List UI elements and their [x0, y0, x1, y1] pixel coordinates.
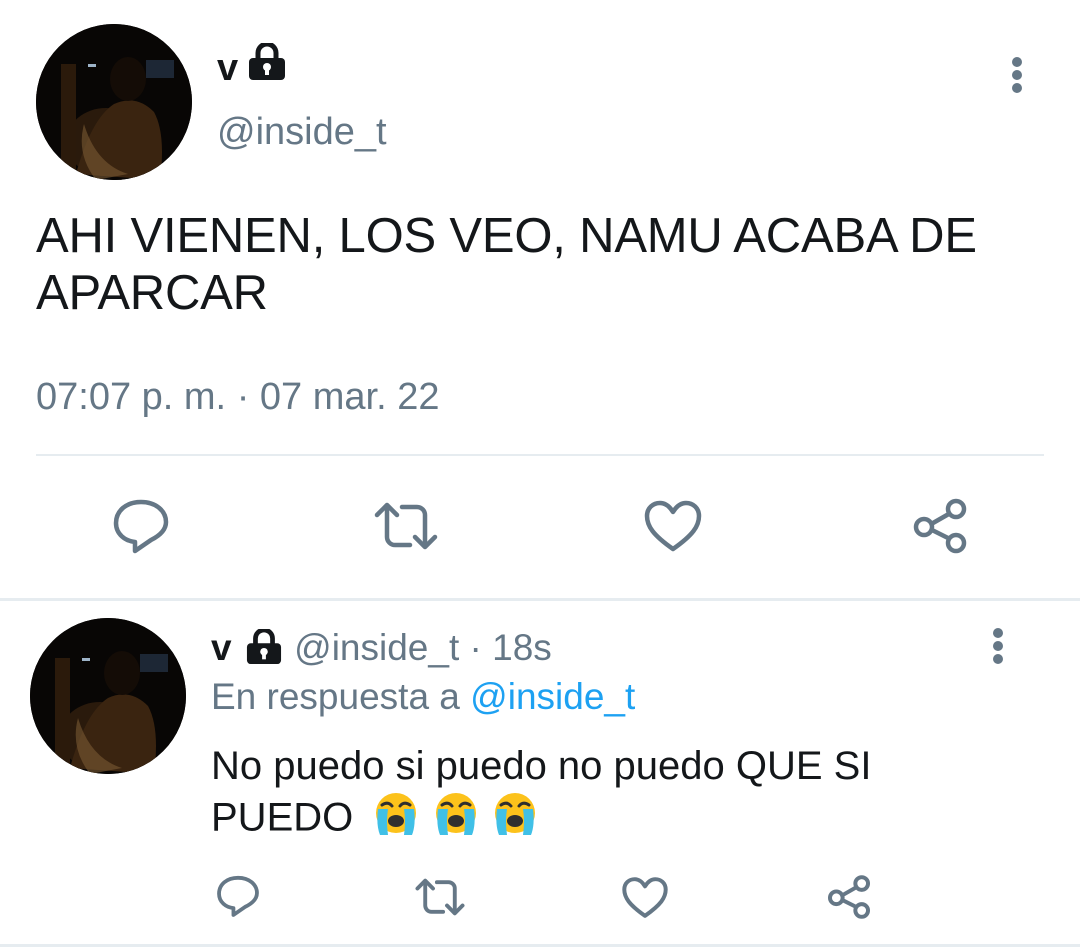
reply-tweet-reply-button[interactable] [212, 872, 264, 920]
main-tweet-retweet-button[interactable] [370, 497, 442, 555]
header-separator: · [469, 627, 482, 668]
timestamp-separator: · [236, 376, 250, 418]
main-tweet-like-button[interactable] [642, 497, 704, 555]
reply-tweet-text: No puedo si puedo no puedo QUE SI PUEDO [211, 741, 871, 849]
reply-tweet-text-line-1: No puedo si puedo no puedo QUE SI [211, 744, 872, 788]
main-tweet-text-line-1: AHI VIENEN, LOS VEO, NAMU ACABA DE [36, 209, 977, 263]
reply-tweet-author-name[interactable]: v [211, 627, 232, 668]
main-tweet-avatar[interactable] [36, 24, 192, 180]
dot [1012, 57, 1022, 67]
lock-icon [244, 627, 284, 665]
section-divider [0, 598, 1080, 601]
main-tweet-more-button[interactable] [1011, 57, 1023, 93]
reply-tweet-retweet-button[interactable] [411, 874, 469, 920]
reply-tweet-text-line-2: PUEDO [211, 795, 354, 840]
main-tweet-date: 07 mar. 22 [259, 376, 440, 418]
dot [1012, 70, 1022, 80]
main-tweet-timestamp[interactable]: 07:07 p. m. · 07 mar. 22 [36, 375, 439, 419]
share-icon [827, 875, 871, 919]
main-tweet-reply-button[interactable] [108, 495, 174, 557]
main-tweet-author-name[interactable]: v [217, 46, 238, 90]
loudly-crying-face-icon [372, 791, 420, 849]
reply-context: En respuesta a @inside_t [211, 674, 635, 720]
reply-tweet-author-handle[interactable]: @inside_t [294, 627, 459, 668]
main-tweet-time: 07:07 p. m. [36, 376, 227, 418]
main-tweet-text: AHI VIENEN, LOS VEO, NAMU ACABA DE APARC… [36, 208, 977, 322]
main-tweet-author-handle[interactable]: @inside_t [217, 110, 387, 154]
bottom-divider [0, 944, 1080, 947]
reply-tweet-header: v @inside_t · 18s [211, 625, 552, 671]
reply-tweet-time[interactable]: 18s [492, 627, 552, 668]
reply-icon [113, 499, 169, 554]
retweet-icon [374, 502, 438, 550]
reply-icon [217, 875, 259, 917]
reply-tweet-like-button[interactable] [620, 874, 670, 920]
dot [993, 654, 1003, 664]
reply-tweet-share-button[interactable] [823, 872, 875, 922]
retweet-icon [415, 878, 465, 916]
main-tweet-share-button[interactable] [908, 495, 972, 557]
main-tweet-divider [36, 454, 1044, 456]
loudly-crying-face-icon [491, 791, 539, 849]
share-icon [913, 498, 967, 554]
reply-tweet-more-button[interactable] [992, 628, 1004, 664]
like-icon [622, 876, 668, 918]
reply-prefix: En respuesta a [211, 676, 460, 717]
main-tweet-text-line-2: APARCAR [36, 266, 268, 320]
dot [993, 641, 1003, 651]
dot [1012, 83, 1022, 93]
lock-icon [246, 41, 288, 81]
reply-tweet-text-line-2-row: PUEDO [211, 791, 871, 849]
like-icon [644, 500, 702, 552]
loudly-crying-face-icon [432, 791, 480, 849]
reply-tweet-avatar[interactable] [30, 618, 186, 774]
dot [993, 628, 1003, 638]
reply-to-link[interactable]: @inside_t [470, 676, 635, 717]
